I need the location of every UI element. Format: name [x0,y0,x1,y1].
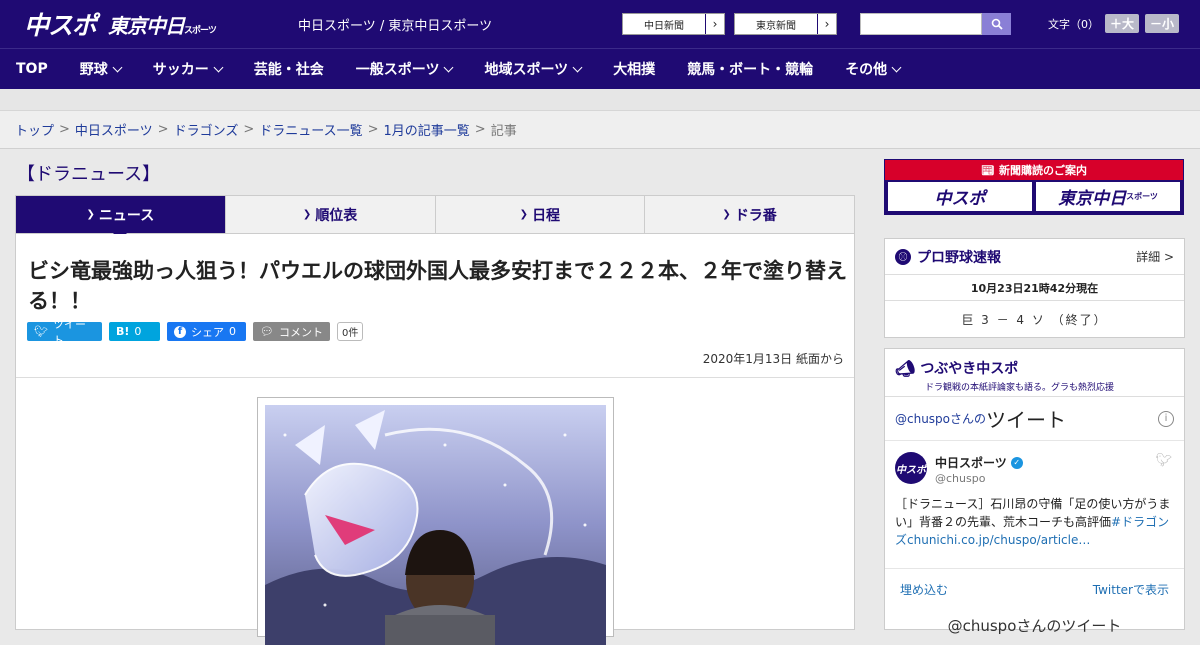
baseball-scores-title: プロ野球速報 [917,249,1001,266]
article-date: 2020年1月13日 紙面から [702,352,844,366]
search-button[interactable] [982,13,1011,35]
chevron-down-icon [112,62,123,72]
font-smaller-button[interactable]: －小 [1145,14,1180,33]
speech-bubble-icon: 💬︎ [260,325,274,338]
chevron-right-icon: › [817,14,836,34]
baseball-icon: ⚾︎ [895,248,911,265]
nav-top[interactable]: TOP [0,49,64,89]
search-input[interactable] [860,13,982,35]
nav-other[interactable]: その他 [829,49,916,89]
verified-icon: ✓ [1010,456,1023,469]
tweet-user[interactable]: 中日スポーツ ✓ [935,454,1023,471]
twitter-panel: 📣︎ つぶやき中スポ ドラ観戦の本紙評論家も語る。グラも熱烈応援 @chuspoさ… [884,348,1185,635]
scores-timestamp: 10月23日21時42分現在 [885,275,1184,301]
social-buttons: 🐦︎ ツイート B! 0 f シェア 0 💬︎ コメント 0件 [27,318,364,347]
chevron-right-icon: ❯ [519,209,529,220]
top-header-bar: 中スポ 東京中日スポーツ 中日スポーツ / 東京中日スポーツ 中日新聞 › 東京… [0,0,1200,48]
subscription-banner[interactable]: 📰︎ 新聞購読のご案内 中スポ 東京中日 スポーツ [884,159,1184,215]
nav-sumo[interactable]: 大相撲 [597,49,671,89]
site-name: 中日スポーツ / 東京中日スポーツ [298,19,493,34]
breadcrumb-month-list[interactable]: 1月の記事一覧 [384,120,470,139]
chevron-down-icon [444,62,454,72]
twitter-panel-title: つぶやき中スポ [920,361,1019,377]
search-icon [991,18,1003,30]
font-larger-button[interactable]: ＋大 [1105,14,1140,33]
breadcrumb-chuspo[interactable]: 中日スポーツ [75,120,153,139]
font-size-control: 文字（0） ＋大 －小 [1048,14,1180,33]
divider [16,377,854,378]
breadcrumb-top[interactable]: トップ [15,120,54,139]
ad-band [0,89,1200,111]
twitter-timeline-header: @chuspoさんの ツイート i [885,397,1184,441]
twitter-bird-icon: 🐦︎ [34,325,48,338]
chunichi-shimbun-link[interactable]: 中日新聞 › [622,13,725,35]
subscribe-tokyo-chunichi[interactable]: 東京中日 スポーツ [1036,182,1180,211]
tweet-text: ［ドラニュース］石川昂の守備「足の使い方がうまい」背番２の先輩、荒木コーチも高評… [895,497,1171,547]
comment-button[interactable]: 💬︎ コメント [253,322,330,341]
game-score[interactable]: 巨 3 － 4 ソ （終了） [885,301,1184,337]
chevron-right-icon: ❯ [86,209,95,220]
tweet-handle[interactable]: @chuspo [935,472,985,485]
chevron-right-icon: ❯ [722,209,731,220]
article-photo[interactable] [265,405,606,645]
tweet-url-link[interactable]: chunichi.co.jp/chuspo/article… [907,533,1090,547]
breadcrumb-current: 記事 [490,124,517,139]
chevron-right-icon: ❯ [302,209,312,220]
baseball-scores-panel: ⚾︎ プロ野球速報 詳細 > 10月23日21時42分現在 巨 3 － 4 ソ … [884,238,1185,338]
nav-soccer[interactable]: サッカー [137,49,238,89]
facebook-share-button[interactable]: f シェア 0 [167,322,246,341]
hatena-bookmark-button[interactable]: B! 0 [109,322,160,341]
tab-dora-ban[interactable]: ❯ ドラ番 [644,196,854,233]
nav-general-sports[interactable]: 一般スポーツ [340,49,469,89]
view-on-twitter-link[interactable]: Twitterで表示 [1093,581,1169,598]
twitter-bird-icon: 🐦︎ [1155,453,1172,468]
twitter-panel-subtitle: ドラ観戦の本紙評論家も語る。グラも熱烈応援 [925,383,1115,393]
baseball-details-link[interactable]: 詳細 > [1136,248,1174,265]
breadcrumb-dragons[interactable]: ドラゴンズ [174,120,239,139]
tweet-item[interactable]: 中スポ 中日スポーツ ✓ @chuspo 🐦︎ ［ドラニュース］石川昂の守備「足の… [885,441,1184,569]
main-content: 【ドラニュース】 ❯ ニュース ❯ 順位表 ❯ 日程 ❯ ドラ番 ビシ竜最強助っ人狙う！… [15,149,855,645]
tokyo-shimbun-link[interactable]: 東京新聞 › [734,13,837,35]
avatar[interactable]: 中スポ [895,452,927,484]
article: ビシ竜最強助っ人狙う！パウエルの球団外国人最多安打まで２２２本、２年で塗り替える… [15,234,855,645]
site-logo[interactable]: 中スポ 東京中日スポーツ [24,8,217,40]
nav-baseball[interactable]: 野球 [64,49,137,89]
nav-local-sports[interactable]: 地域スポーツ [468,49,597,89]
logo-chuspo: 中スポ [24,11,97,40]
search-form [860,13,1011,35]
embed-link[interactable]: 埋め込む [900,581,948,598]
article-headline: ビシ竜最強助っ人狙う！パウエルの球団外国人最多安打まで２２２本、２年で塗り替える… [28,259,847,313]
dragon-illumination-photo [265,405,606,645]
section-title: 【ドラニュース】 [17,164,161,185]
tab-schedule[interactable]: ❯ 日程 [434,196,645,233]
nav-racing[interactable]: 競馬・ボート・競輪 [671,49,829,89]
breadcrumb: トップ > 中日スポーツ > ドラゴンズ > ドラニュース一覧 > 1月の記事一覧 > 記… [0,111,1200,149]
main-nav: TOP 野球 サッカー 芸能・社会 一般スポーツ 地域スポーツ 大相撲 競馬・ボ… [0,48,1200,89]
tweet-button[interactable]: 🐦︎ ツイート [27,318,102,347]
info-icon[interactable]: i [1158,410,1174,427]
twitter-account-link[interactable]: @chuspoさんの [895,410,986,427]
logo-tokyo-chunichi: 東京中日スポーツ [108,13,217,38]
chevron-down-icon [891,62,902,72]
more-tweets-link[interactable]: @chuspoさんのツイート [885,609,1184,639]
dragons-tabs: ❯ ニュース ❯ 順位表 ❯ 日程 ❯ ドラ番 [15,195,855,240]
subscribe-chuspo[interactable]: 中スポ [888,182,1032,211]
newspaper-icon: 📰︎ [981,163,995,177]
font-size-label: 文字（0） [1048,17,1099,31]
facebook-icon: f [174,325,186,338]
breadcrumb-news-list[interactable]: ドラニュース一覧 [259,120,362,139]
chevron-right-icon: › [705,14,724,34]
chevron-down-icon [572,62,583,72]
article-photo-frame [257,397,614,645]
nav-entertainment[interactable]: 芸能・社会 [238,49,340,89]
tab-news[interactable]: ❯ ニュース [16,196,225,240]
chevron-down-icon [213,62,224,72]
megaphone-icon: 📣︎ [895,358,916,378]
comment-count: 0件 [337,322,364,341]
tab-standings[interactable]: ❯ 順位表 [224,196,435,233]
